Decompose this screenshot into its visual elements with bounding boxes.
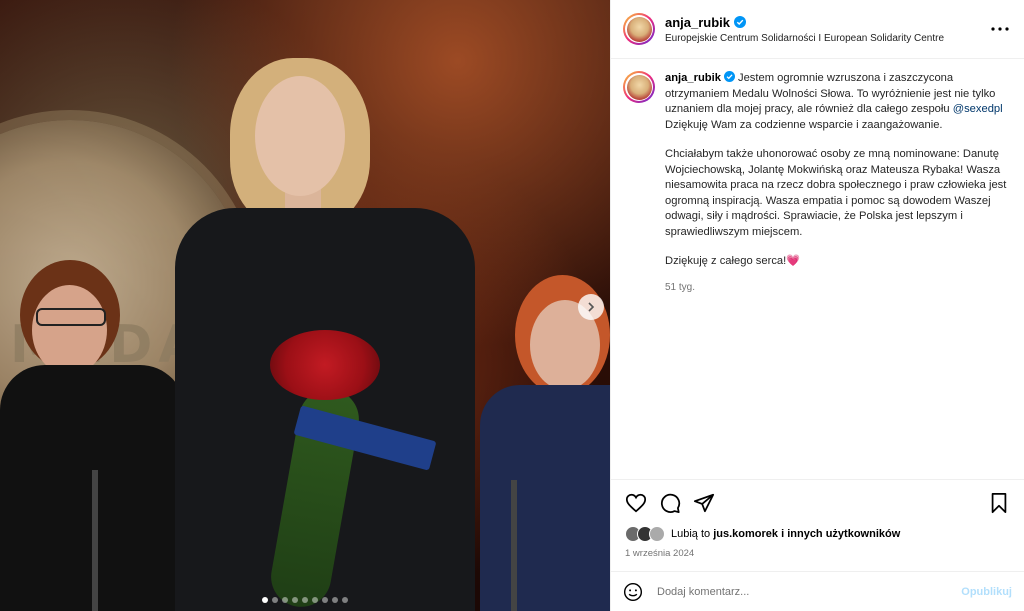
post-actions: Lubią to jus.komorek i innych użytkownik… [611, 479, 1024, 559]
rose-bouquet [270, 330, 380, 400]
likes-summary[interactable]: Lubią to jus.komorek i innych użytkownik… [625, 526, 1010, 542]
verified-badge-icon [734, 16, 747, 28]
caption-username-link[interactable]: anja_rubik [665, 72, 721, 84]
more-horizontal-icon [991, 27, 1009, 31]
post-side-panel: anja_rubik Europejskie Centrum Solidarno… [610, 0, 1024, 611]
post-modal: MEDAL anja_rubik Europejskie Centrum Sol… [0, 0, 1024, 611]
avatar[interactable] [623, 13, 655, 45]
post-time-link[interactable]: 51 tyg. [665, 280, 1012, 296]
carousel-dot [302, 597, 308, 603]
carousel-indicator [0, 597, 610, 603]
microphone-stand [92, 470, 98, 611]
person-right [480, 275, 610, 611]
more-options-button[interactable] [988, 17, 1012, 41]
person-center [175, 58, 475, 611]
liker-avatars [625, 526, 665, 542]
caption-paragraph: Dziękuję z całego serca!💗 [665, 255, 801, 267]
username-link[interactable]: anja_rubik [665, 15, 730, 30]
comment-input[interactable] [655, 584, 962, 599]
liker-username-link[interactable]: jus.komorek [713, 528, 778, 540]
verified-badge-icon [723, 71, 735, 82]
carousel-dot [322, 597, 328, 603]
post-photo: MEDAL [0, 0, 610, 611]
location-link[interactable]: Europejskie Centrum Solidarności I Europ… [665, 33, 988, 44]
carousel-dot [332, 597, 338, 603]
post-header: anja_rubik Europejskie Centrum Solidarno… [611, 0, 1024, 59]
emoji-icon[interactable] [623, 582, 643, 602]
post-date: 1 września 2024 [625, 548, 695, 559]
comment-bar: Opublikuj [611, 571, 1024, 611]
caption-text: Dziękuję Wam za codzienne wsparcie i zaa… [665, 118, 943, 131]
carousel-dot [272, 597, 278, 603]
bookmark-icon[interactable] [988, 492, 1010, 514]
comment-icon[interactable] [659, 492, 681, 514]
likes-prefix: Lubią to [671, 528, 711, 540]
caption: anja_rubik Jestem ogromnie wzruszona i za… [623, 71, 1012, 295]
carousel-dot [342, 597, 348, 603]
others-link[interactable]: i innych użytkowników [781, 528, 900, 540]
carousel-dot [262, 597, 268, 603]
carousel-dot [282, 597, 288, 603]
carousel-dot [292, 597, 298, 603]
share-icon[interactable] [693, 492, 715, 514]
caption-paragraph: Chciałabym także uhonorować osoby ze mną… [665, 148, 1007, 238]
mention-link[interactable]: @sexedpl [953, 103, 1003, 115]
carousel-next-button[interactable] [578, 294, 604, 320]
chevron-right-icon [588, 302, 595, 312]
publish-button[interactable]: Opublikuj [961, 586, 1012, 598]
comments-area: anja_rubik Jestem ogromnie wzruszona i za… [611, 59, 1024, 479]
carousel-dot [312, 597, 318, 603]
heart-icon[interactable] [625, 492, 647, 514]
avatar[interactable] [623, 71, 655, 103]
microphone-stand [511, 480, 517, 611]
